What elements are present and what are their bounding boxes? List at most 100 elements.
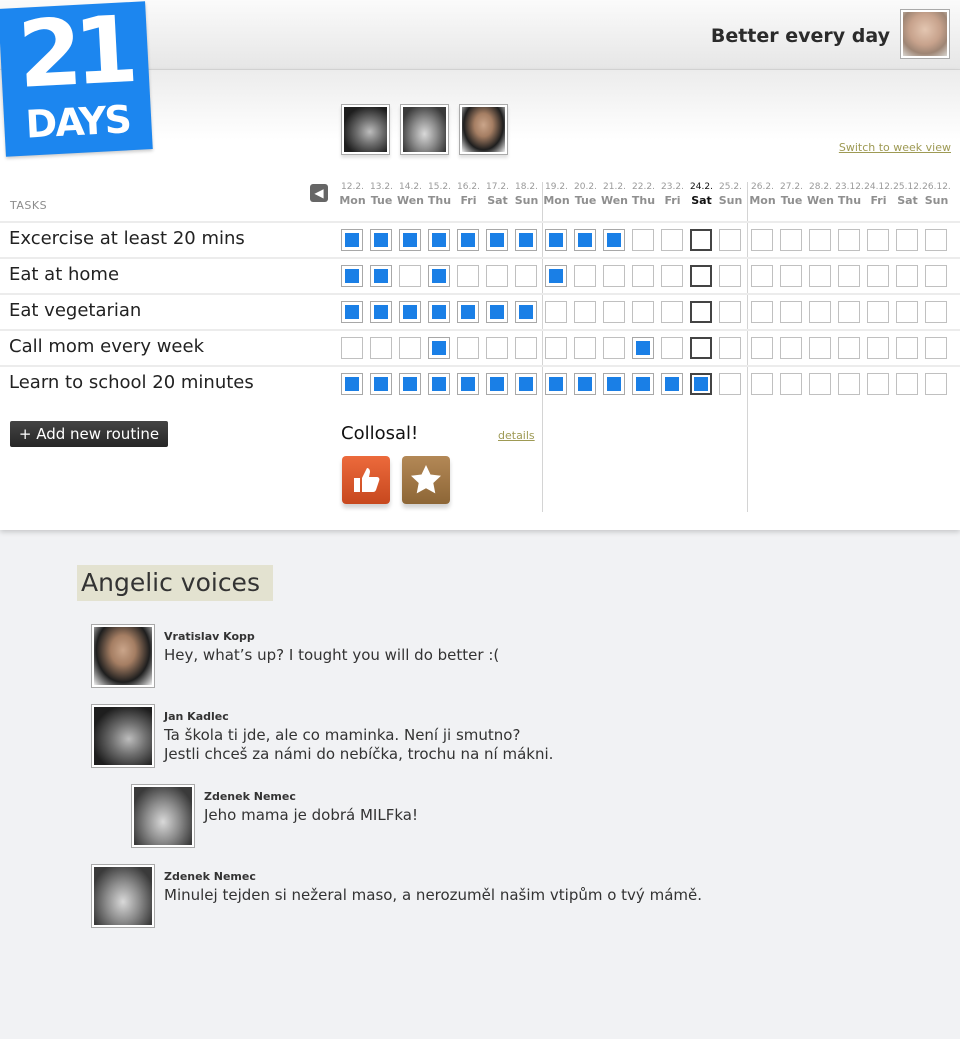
day-checkbox[interactable]: [751, 337, 773, 359]
day-checkbox-checked[interactable]: [632, 337, 654, 359]
day-checkbox[interactable]: [486, 337, 508, 359]
day-checkbox-checked[interactable]: [515, 229, 537, 251]
day-checkbox-checked[interactable]: [632, 373, 654, 395]
day-checkbox[interactable]: [515, 337, 537, 359]
day-checkbox[interactable]: [867, 265, 889, 287]
day-checkbox-checked[interactable]: [603, 229, 625, 251]
day-checkbox[interactable]: [486, 265, 508, 287]
day-checkbox-checked[interactable]: [690, 373, 712, 395]
day-checkbox-checked[interactable]: [341, 265, 363, 287]
day-checkbox[interactable]: [809, 229, 831, 251]
day-checkbox-checked[interactable]: [661, 373, 683, 395]
day-checkbox[interactable]: [574, 301, 596, 323]
day-checkbox[interactable]: [661, 301, 683, 323]
day-checkbox[interactable]: [867, 229, 889, 251]
day-checkbox[interactable]: [896, 301, 918, 323]
thumbs-up-badge[interactable]: [342, 456, 390, 504]
commenter-avatar[interactable]: [91, 624, 155, 688]
day-checkbox-checked[interactable]: [457, 229, 479, 251]
commenter-avatar[interactable]: [131, 784, 195, 848]
day-checkbox-checked[interactable]: [428, 373, 450, 395]
day-checkbox[interactable]: [809, 373, 831, 395]
day-checkbox-checked[interactable]: [457, 301, 479, 323]
day-checkbox-checked[interactable]: [603, 373, 625, 395]
day-checkbox[interactable]: [632, 265, 654, 287]
day-checkbox-checked[interactable]: [545, 229, 567, 251]
day-checkbox[interactable]: [896, 373, 918, 395]
day-checkbox[interactable]: [545, 337, 567, 359]
comment-author[interactable]: Vratislav Kopp: [164, 630, 255, 643]
commenter-avatar[interactable]: [91, 704, 155, 768]
day-checkbox-checked[interactable]: [515, 373, 537, 395]
day-checkbox-checked[interactable]: [341, 373, 363, 395]
day-checkbox[interactable]: [515, 265, 537, 287]
day-checkbox[interactable]: [867, 301, 889, 323]
friend-avatar[interactable]: [341, 104, 390, 155]
day-checkbox[interactable]: [925, 229, 947, 251]
day-checkbox-checked[interactable]: [486, 301, 508, 323]
day-checkbox[interactable]: [896, 265, 918, 287]
day-checkbox[interactable]: [690, 265, 712, 287]
day-checkbox[interactable]: [632, 301, 654, 323]
user-avatar[interactable]: [900, 9, 950, 59]
day-checkbox-checked[interactable]: [428, 229, 450, 251]
day-checkbox[interactable]: [780, 229, 802, 251]
day-checkbox[interactable]: [925, 337, 947, 359]
day-checkbox[interactable]: [838, 229, 860, 251]
day-checkbox-checked[interactable]: [370, 229, 392, 251]
day-checkbox-checked[interactable]: [574, 373, 596, 395]
day-checkbox[interactable]: [399, 337, 421, 359]
day-checkbox[interactable]: [867, 337, 889, 359]
app-logo[interactable]: 21 DAYS: [0, 0, 153, 157]
task-name[interactable]: Learn to school 20 minutes: [9, 372, 254, 393]
day-checkbox-checked[interactable]: [428, 337, 450, 359]
day-checkbox-checked[interactable]: [370, 373, 392, 395]
friend-avatar[interactable]: [459, 104, 508, 155]
day-checkbox[interactable]: [719, 373, 741, 395]
day-checkbox[interactable]: [925, 373, 947, 395]
day-checkbox[interactable]: [603, 265, 625, 287]
day-checkbox[interactable]: [809, 301, 831, 323]
day-checkbox[interactable]: [690, 301, 712, 323]
comment-author[interactable]: Zdenek Nemec: [164, 870, 256, 883]
day-checkbox[interactable]: [780, 373, 802, 395]
day-checkbox[interactable]: [457, 337, 479, 359]
day-checkbox[interactable]: [661, 337, 683, 359]
day-checkbox[interactable]: [751, 229, 773, 251]
day-checkbox[interactable]: [751, 373, 773, 395]
comment-author[interactable]: Zdenek Nemec: [204, 790, 296, 803]
day-checkbox-checked[interactable]: [341, 229, 363, 251]
day-checkbox[interactable]: [399, 265, 421, 287]
day-checkbox-checked[interactable]: [545, 373, 567, 395]
day-checkbox[interactable]: [370, 337, 392, 359]
task-name[interactable]: Eat vegetarian: [9, 300, 141, 321]
friend-avatar[interactable]: [400, 104, 449, 155]
task-name[interactable]: Eat at home: [9, 264, 119, 285]
day-checkbox[interactable]: [341, 337, 363, 359]
day-checkbox[interactable]: [838, 265, 860, 287]
day-checkbox[interactable]: [925, 301, 947, 323]
day-checkbox-checked[interactable]: [341, 301, 363, 323]
day-checkbox-checked[interactable]: [486, 229, 508, 251]
switch-to-week-view-link[interactable]: Switch to week view: [839, 141, 951, 154]
task-name[interactable]: Excercise at least 20 mins: [9, 228, 245, 249]
day-checkbox-checked[interactable]: [457, 373, 479, 395]
day-checkbox-checked[interactable]: [486, 373, 508, 395]
day-checkbox-checked[interactable]: [399, 301, 421, 323]
day-checkbox[interactable]: [780, 337, 802, 359]
day-checkbox[interactable]: [780, 265, 802, 287]
day-checkbox[interactable]: [896, 337, 918, 359]
star-badge[interactable]: [402, 456, 450, 504]
day-checkbox[interactable]: [690, 229, 712, 251]
day-checkbox-checked[interactable]: [428, 265, 450, 287]
day-checkbox[interactable]: [751, 265, 773, 287]
day-checkbox[interactable]: [719, 265, 741, 287]
day-checkbox[interactable]: [780, 301, 802, 323]
day-checkbox[interactable]: [661, 229, 683, 251]
comment-author[interactable]: Jan Kadlec: [164, 710, 229, 723]
day-checkbox[interactable]: [632, 229, 654, 251]
day-checkbox-checked[interactable]: [545, 265, 567, 287]
award-details-link[interactable]: details: [498, 429, 535, 442]
day-checkbox[interactable]: [719, 337, 741, 359]
day-checkbox[interactable]: [545, 301, 567, 323]
